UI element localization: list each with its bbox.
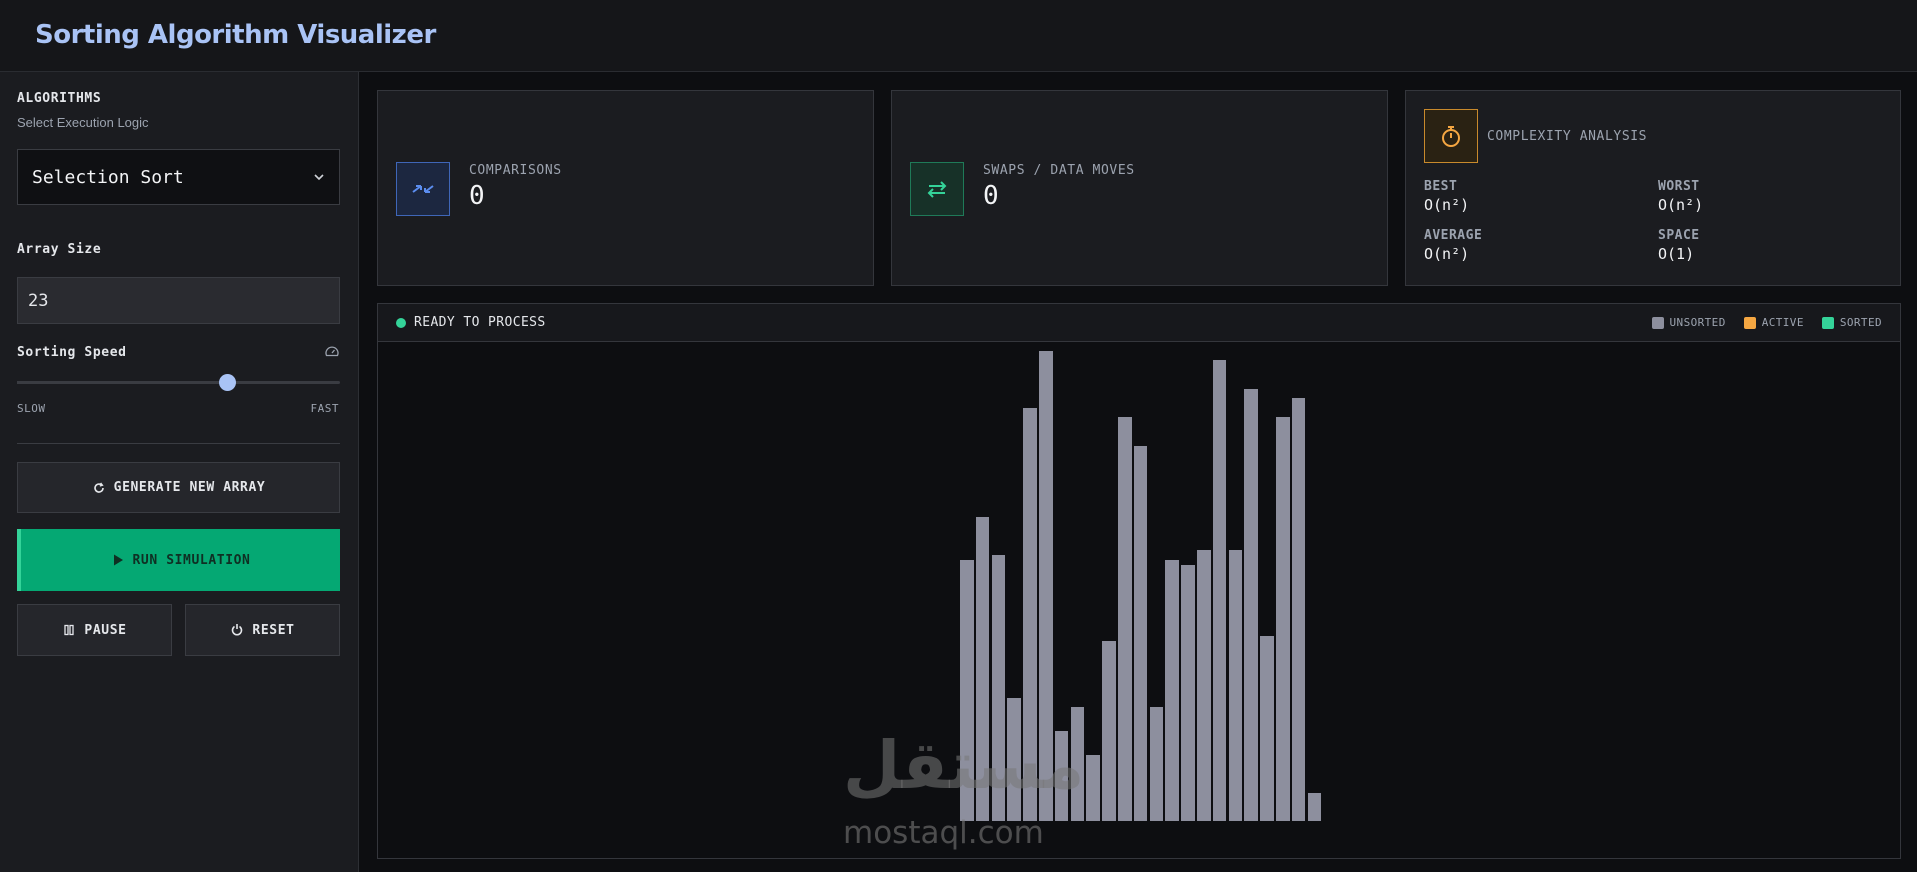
sorting-speed-label: Sorting Speed [17, 345, 127, 360]
speedometer-icon [325, 346, 339, 357]
play-icon [113, 554, 123, 566]
comparisons-icon-box [396, 162, 450, 216]
app-title: Sorting Algorithm Visualizer [35, 20, 436, 50]
legend-item-sorted: SORTED [1821, 316, 1882, 329]
array-size-label: Array Size [17, 242, 102, 257]
array-bar [1228, 550, 1243, 821]
comparisons-card: COMPARISONS 0 [377, 90, 874, 286]
array-bar [1197, 550, 1211, 821]
stopwatch-icon [1442, 126, 1460, 147]
speed-min-label: SLOW [17, 402, 46, 415]
swaps-value: 0 [983, 181, 999, 211]
pause-button[interactable]: PAUSE [17, 604, 172, 656]
algorithm-select[interactable]: Selection Sort [17, 149, 340, 205]
legend-item-active: ACTIVE [1743, 316, 1804, 329]
worst-case-value: O(n²) [1658, 196, 1704, 214]
run-simulation-label: RUN SIMULATION [132, 552, 251, 568]
array-bar [1260, 635, 1274, 821]
array-bar [1181, 564, 1195, 821]
generate-array-button[interactable]: GENERATE NEW ARRAY [17, 462, 340, 513]
watermark-arabic: مستقل [843, 727, 1085, 804]
best-case-label: BEST [1424, 179, 1458, 194]
array-bar [1165, 559, 1179, 821]
speed-slider-fill [17, 381, 227, 384]
app-header: Sorting Algorithm Visualizer [0, 0, 1917, 72]
array-bars [378, 342, 1900, 858]
array-size-input[interactable] [17, 277, 340, 324]
best-case-value: O(n²) [1424, 196, 1470, 214]
average-case-value: O(n²) [1424, 245, 1470, 263]
reset-button[interactable]: RESET [185, 604, 340, 656]
space-complexity-value: O(1) [1658, 245, 1695, 263]
legend-swatch-sorted [1821, 316, 1834, 329]
complexity-card: COMPLEXITY ANALYSIS BEST O(n²) WORST O(n… [1405, 90, 1901, 286]
sidebar-divider [17, 443, 340, 444]
legend: UNSORTED ACTIVE SORTED [1651, 316, 1882, 329]
visualizer-status-bar: READY TO PROCESS UNSORTED ACTIVE SORTED [378, 304, 1900, 342]
legend-swatch-active [1743, 316, 1756, 329]
status-text: READY TO PROCESS [414, 315, 546, 330]
pause-label: PAUSE [84, 622, 127, 638]
visualizer-panel: READY TO PROCESS UNSORTED ACTIVE SORTED [377, 303, 1901, 859]
pause-icon [64, 624, 75, 636]
array-bar [1118, 417, 1132, 821]
array-bar [1244, 388, 1258, 821]
legend-item-unsorted: UNSORTED [1651, 316, 1726, 329]
speed-max-label: FAST [310, 402, 339, 415]
refresh-icon [93, 482, 104, 493]
complexity-icon-box [1424, 109, 1478, 163]
speed-slider[interactable] [17, 374, 340, 391]
worst-case-label: WORST [1658, 179, 1700, 194]
algorithm-select-value: Selection Sort [32, 166, 184, 188]
array-bar [1133, 445, 1148, 821]
legend-label-unsorted: UNSORTED [1669, 316, 1726, 329]
swaps-label: SWAPS / DATA MOVES [983, 163, 1135, 178]
space-complexity-label: SPACE [1658, 228, 1700, 243]
array-bar [1276, 417, 1290, 821]
reset-icon [232, 624, 243, 636]
legend-label-sorted: SORTED [1839, 316, 1882, 329]
run-simulation-button[interactable]: RUN SIMULATION [17, 529, 340, 591]
array-bar [1212, 360, 1227, 821]
status-indicator-dot [396, 318, 406, 328]
comparisons-value: 0 [469, 181, 485, 211]
watermark-latin: mostaql.com [843, 815, 1044, 851]
legend-swatch-unsorted [1651, 316, 1664, 329]
array-bar [1149, 707, 1164, 821]
array-bar [1307, 792, 1322, 821]
generate-array-label: GENERATE NEW ARRAY [113, 480, 266, 495]
chevron-down-icon [314, 174, 324, 181]
array-bar [1102, 640, 1116, 821]
speed-slider-thumb[interactable] [218, 374, 236, 391]
swap-arrows-icon [927, 181, 947, 198]
compress-arrows-icon [412, 185, 434, 193]
complexity-label: COMPLEXITY ANALYSIS [1487, 129, 1648, 144]
comparisons-label: COMPARISONS [469, 163, 562, 178]
algorithms-subtitle: Select Execution Logic [17, 115, 149, 130]
array-bar [1086, 754, 1100, 821]
swaps-card: SWAPS / DATA MOVES 0 [891, 90, 1388, 286]
swaps-icon-box [910, 162, 964, 216]
array-bar [1291, 398, 1306, 821]
legend-label-active: ACTIVE [1761, 316, 1804, 329]
control-sidebar: ALGORITHMS Select Execution Logic Select… [0, 72, 359, 872]
average-case-label: AVERAGE [1424, 228, 1483, 243]
algorithms-label: ALGORITHMS [17, 91, 102, 106]
reset-label: RESET [252, 622, 295, 638]
